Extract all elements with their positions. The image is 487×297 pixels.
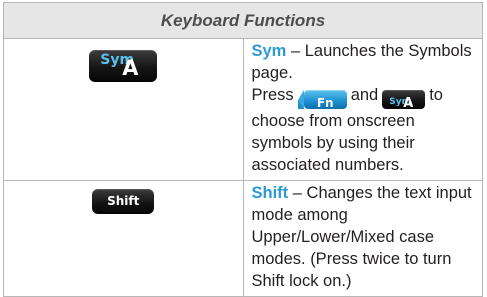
description-cell: Sym – Launches the Symbols page. Press Fn…: [242, 38, 483, 181]
shift-key-label: Shift: [107, 194, 140, 208]
description-cell: Shift – Changes the text input mode amon…: [242, 180, 483, 297]
sym-key-small-letter-label: A: [403, 96, 414, 112]
table-row: Sym A Sym – Launches the Symbols page. P…: [3, 38, 483, 181]
fn-key-icon: Fn: [297, 90, 347, 110]
keyboard-functions-table: Keyboard Functions Sym A Sym – Launches …: [3, 2, 483, 297]
term-dash: –: [286, 42, 305, 60]
term-label: Sym: [251, 42, 287, 60]
term-label: Shift: [251, 184, 289, 202]
and-text: and: [350, 86, 379, 104]
sym-key-small-icon: Sym A: [382, 90, 426, 111]
term-dash: –: [288, 184, 307, 202]
sym-key-letter-label: A: [122, 56, 139, 80]
table-row: Shift Shift – Changes the text input mod…: [3, 180, 483, 297]
shift-key-icon: Shift: [92, 189, 155, 214]
fn-key-label: Fn: [316, 96, 334, 111]
table-header: Keyboard Functions: [3, 2, 483, 39]
key-cell: Shift: [3, 180, 244, 297]
sym-key-icon: Sym A: [89, 50, 158, 82]
press-text: Press: [251, 86, 294, 104]
key-cell: Sym A: [3, 38, 244, 181]
